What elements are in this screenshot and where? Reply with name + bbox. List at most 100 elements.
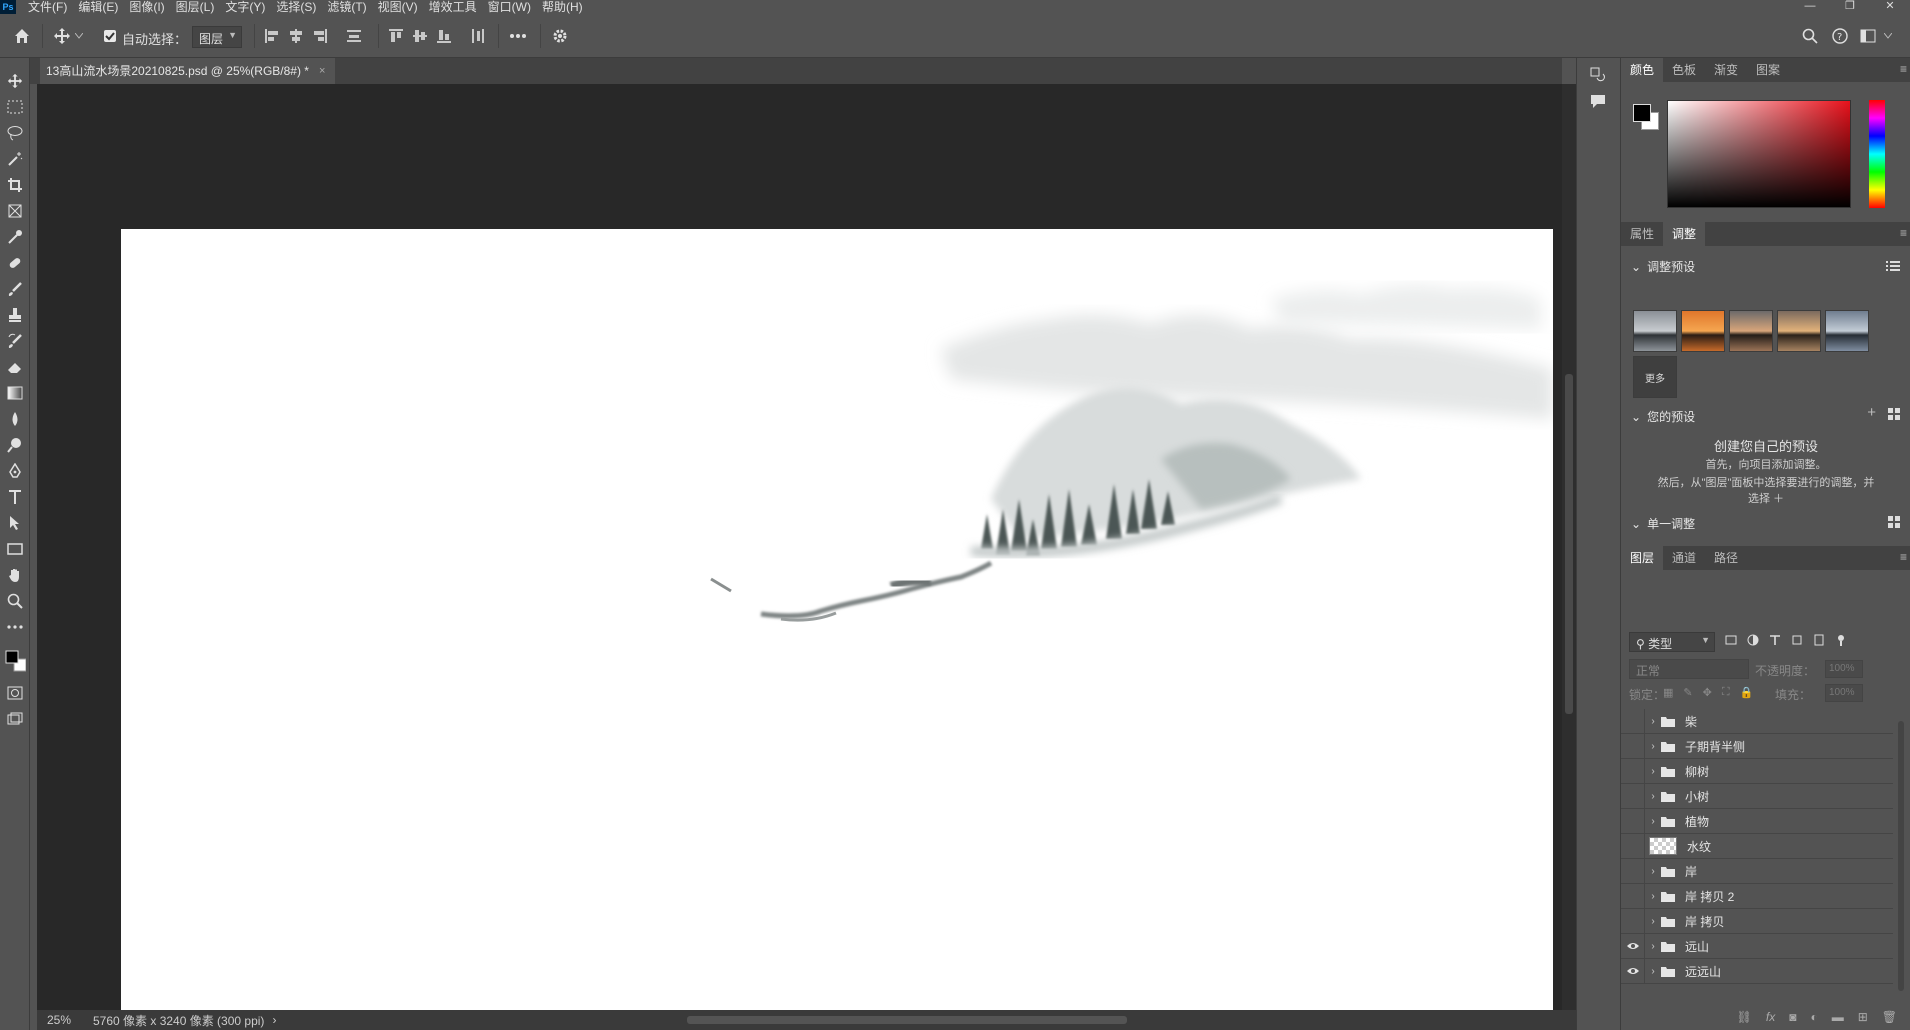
opacity-field[interactable]: 100% [1825,660,1863,678]
layer-row[interactable]: 水纹 [1621,833,1893,859]
menu-type[interactable]: 文字(Y) [225,0,265,14]
close-window-button[interactable]: ✕ [1870,0,1910,14]
layer-row[interactable]: › 远山 [1621,933,1893,959]
link-layers-icon[interactable]: ⛓ [1737,1010,1752,1024]
menu-file[interactable]: 文件(F) [28,0,67,14]
trash-icon[interactable]: 🗑 [1882,1010,1897,1024]
workspace-icon[interactable] [1858,26,1878,46]
marquee-tool-icon[interactable] [4,96,26,118]
zoom-level[interactable]: 25% [47,1013,93,1027]
filter-type-icon[interactable] [1769,634,1781,646]
healing-brush-icon[interactable] [4,252,26,274]
panel-menu-icon[interactable]: ≡ [1900,62,1907,76]
expand-arrow-icon[interactable]: › [1645,866,1661,877]
lasso-tool-icon[interactable] [4,122,26,144]
filter-smart-object-icon[interactable] [1813,634,1825,646]
visibility-eye-icon[interactable] [1621,883,1645,909]
lock-transparent-icon[interactable]: ▦ [1663,686,1673,699]
color-picker-field[interactable] [1667,100,1851,208]
screen-mode-icon[interactable] [4,708,26,730]
close-icon[interactable]: × [319,58,325,84]
expand-arrow-icon[interactable]: › [1645,816,1661,827]
scrollbar-thumb[interactable] [1565,374,1573,714]
document-tab[interactable]: 13高山流水场景20210825.psd @ 25%(RGB/8#) * × [40,58,336,84]
chevron-down-icon[interactable] [74,26,84,46]
lock-artboard-icon[interactable]: ⛶ [1722,686,1730,699]
magic-wand-icon[interactable] [4,148,26,170]
home-icon[interactable] [12,26,32,46]
lock-position-icon[interactable]: ✥ [1703,686,1712,699]
expand-arrow-icon[interactable]: › [1645,766,1661,777]
grid-view-icon[interactable] [1888,408,1900,420]
grid-view-icon[interactable] [1888,516,1900,528]
distribute-vertical-icon[interactable] [468,26,488,46]
visibility-eye-icon[interactable] [1621,808,1645,834]
filter-pixel-icon[interactable] [1725,634,1737,646]
tab-color[interactable]: 颜色 [1621,58,1664,82]
preset-thumbnail[interactable] [1729,310,1773,352]
layer-row[interactable]: › 岸 [1621,858,1893,884]
search-icon[interactable] [1800,26,1820,46]
menu-window[interactable]: 窗口(W) [488,0,531,14]
distribute-icon[interactable] [344,26,364,46]
align-bottom-icon[interactable] [434,26,454,46]
expand-arrow-icon[interactable]: › [1645,916,1661,927]
frame-tool-icon[interactable] [4,200,26,222]
layer-row[interactable]: › 植物 [1621,808,1893,834]
layer-row[interactable]: › 子期背半侧 [1621,733,1893,759]
visibility-eye-icon[interactable] [1621,908,1645,934]
blur-tool-icon[interactable] [4,408,26,430]
align-right-icon[interactable] [310,26,330,46]
tab-layers[interactable]: 图层 [1621,546,1664,570]
menu-select[interactable]: 选择(S) [276,0,316,14]
minimize-button[interactable]: — [1790,0,1830,14]
move-tool-icon[interactable] [52,26,72,46]
document-canvas[interactable] [121,229,1553,1030]
list-view-icon[interactable] [1886,260,1900,272]
vertical-scrollbar[interactable] [1562,84,1576,1010]
brush-tool-icon[interactable] [4,278,26,300]
panel-menu-icon[interactable]: ≡ [1900,550,1907,564]
comment-icon[interactable] [1589,92,1607,110]
expand-arrow-icon[interactable]: › [1645,966,1661,977]
gear-icon[interactable] [550,26,570,46]
panel-menu-icon[interactable]: ≡ [1900,226,1907,240]
hand-tool-icon[interactable] [4,564,26,586]
history-brush-icon[interactable] [4,330,26,352]
menu-layer[interactable]: 图层(L) [176,0,215,14]
filter-shape-icon[interactable] [1791,634,1803,646]
expand-arrow-icon[interactable]: › [1645,791,1661,802]
hue-slider[interactable] [1869,100,1885,208]
visibility-eye-icon[interactable] [1621,758,1645,784]
layer-filter-dropdown[interactable]: ⚲ 类型 ▼ [1629,632,1715,652]
new-group-icon[interactable]: ▬ [1832,1010,1844,1024]
expand-arrow-icon[interactable]: › [1645,716,1661,727]
fill-field[interactable]: 100% [1825,684,1863,702]
align-center-icon[interactable] [286,26,306,46]
clone-stamp-icon[interactable] [4,304,26,326]
visibility-eye-icon[interactable] [1621,958,1645,984]
add-mask-icon[interactable]: ◙ [1789,1010,1796,1024]
visibility-eye-icon[interactable] [1621,708,1645,734]
layer-row[interactable]: › 远远山 [1621,958,1893,984]
preset-thumbnail[interactable] [1777,310,1821,352]
eyedropper-icon[interactable] [4,226,26,248]
tab-properties[interactable]: 属性 [1621,222,1663,246]
visibility-eye-icon[interactable] [1621,783,1645,809]
menu-view[interactable]: 视图(V) [378,0,418,14]
layer-row[interactable]: › 岸 拷贝 [1621,908,1893,934]
status-menu-arrow[interactable]: › [272,1013,276,1027]
fx-icon[interactable]: fx [1766,1010,1775,1024]
color-swatches-icon[interactable] [4,648,26,676]
tab-patterns[interactable]: 图案 [1747,58,1789,82]
visibility-eye-icon[interactable] [1621,933,1645,959]
gradient-tool-icon[interactable] [4,382,26,404]
history-icon[interactable] [1589,66,1607,84]
pen-tool-icon[interactable] [4,460,26,482]
path-selection-icon[interactable] [4,512,26,534]
layers-scrollbar[interactable] [1897,709,1905,999]
type-tool-icon[interactable] [4,486,26,508]
menu-help[interactable]: 帮助(H) [542,0,583,14]
lock-paint-icon[interactable]: ✎ [1683,686,1692,699]
filter-toggle-icon[interactable] [1835,634,1847,646]
